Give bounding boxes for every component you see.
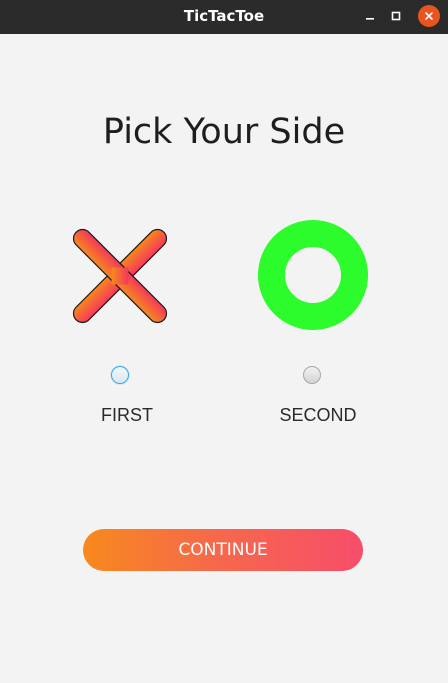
continue-button[interactable]: CONTINUE <box>83 529 363 571</box>
page-title: Pick Your Side <box>102 112 346 152</box>
first-radio[interactable] <box>111 366 129 384</box>
app-window: TicTacToe Pick Your Side FIRST SECOND CO… <box>0 0 448 683</box>
x-mark-icon[interactable] <box>70 226 170 326</box>
second-label: SECOND <box>279 405 357 425</box>
first-label: FIRST <box>101 405 153 425</box>
minimize-icon <box>366 18 374 20</box>
minimize-button[interactable] <box>359 5 381 27</box>
second-radio[interactable] <box>303 366 321 384</box>
o-mark-icon[interactable] <box>256 218 370 332</box>
title-bar: TicTacToe <box>0 0 448 34</box>
maximize-icon <box>391 11 401 21</box>
close-button[interactable] <box>418 5 440 27</box>
maximize-button[interactable] <box>385 5 407 27</box>
close-icon <box>425 12 433 20</box>
